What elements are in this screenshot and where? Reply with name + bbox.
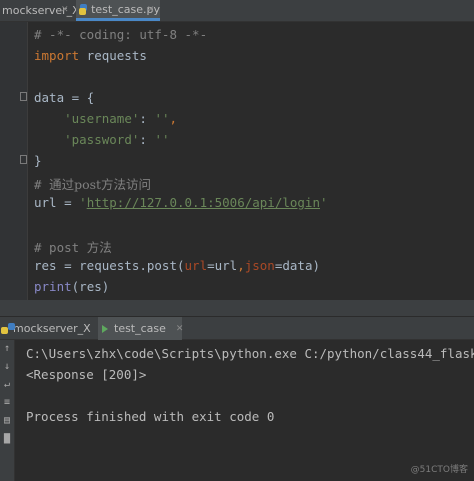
panel-separator	[0, 300, 474, 316]
code-line: 'password': ''	[34, 132, 170, 147]
comment: 通过post方法访问	[49, 177, 152, 192]
code-line: }	[34, 153, 42, 168]
run-console[interactable]: C:\Users\zhx\code\Scripts\python.exe C:/…	[15, 340, 474, 481]
code-line: # 通过post方法访问	[34, 174, 151, 193]
string: 'username'	[64, 111, 140, 126]
run-tab-label: mockserver_X	[13, 322, 91, 335]
comment: 方法	[86, 240, 112, 255]
code-line: # -*- coding: utf-8 -*-	[34, 27, 207, 42]
console-command-line: C:\Users\zhx\code\Scripts\python.exe C:/…	[26, 346, 474, 361]
code-line: 'username': '',	[34, 111, 177, 126]
code-text: }	[34, 153, 42, 168]
arrow-down-icon[interactable]: ↓	[2, 362, 12, 372]
tab-mockserver-x[interactable]: mockserver_X.py ✕	[0, 0, 97, 21]
builtin-function: print	[34, 279, 72, 294]
run-tab-mockserver-x[interactable]: mockserver_X ✕	[1, 317, 108, 340]
close-icon[interactable]: ✕	[147, 5, 155, 15]
code-line: print(res)	[34, 279, 109, 294]
trash-icon[interactable]: ▇	[2, 434, 12, 444]
code-text: data = {	[34, 90, 95, 105]
console-output: <Response [200]>	[26, 367, 147, 382]
tab-test-case[interactable]: test_case.py ✕	[76, 0, 160, 21]
code-line: data = {	[34, 90, 94, 105]
comment: # -*- coding: utf-8 -*-	[34, 27, 208, 42]
run-tab-label: test_case	[114, 322, 166, 335]
fold-marker-icon[interactable]	[20, 155, 27, 164]
arrow-up-icon[interactable]: ↑	[2, 344, 12, 354]
url-link[interactable]: http://127.0.0.1:5006/api/login	[87, 195, 320, 210]
watermark: @51CTO博客	[410, 465, 468, 475]
comment: #	[34, 177, 50, 192]
editor-gutter	[0, 22, 28, 300]
comment: # post	[34, 240, 87, 255]
string: '	[319, 195, 328, 210]
code-line: # post 方法	[34, 237, 112, 256]
scroll-to-end-icon[interactable]: ≡	[2, 398, 12, 408]
editor-tab-bar: mockserver_X.py ✕ test_case.py ✕	[0, 0, 474, 22]
python-file-icon	[79, 3, 87, 15]
string: ''	[154, 132, 170, 147]
code-line: url = 'http://127.0.0.1:5006/api/login'	[34, 195, 328, 210]
code-text: =url	[207, 258, 238, 273]
keyword: import	[34, 48, 80, 63]
code-text: =data)	[274, 258, 320, 273]
code-text: (res)	[71, 279, 110, 294]
run-tab-bar: mockserver_X ✕ test_case ✕	[0, 316, 474, 340]
run-icon	[102, 324, 108, 333]
code-text: url =	[34, 195, 80, 210]
close-icon[interactable]: ✕	[176, 324, 184, 334]
code-text: :	[139, 132, 155, 147]
module-name: requests	[79, 48, 147, 63]
code-line: res = requests.post(url=url,json=data)	[34, 258, 320, 273]
code-text: res = requests.post(	[34, 258, 185, 273]
param-name: json	[244, 258, 275, 273]
string: ''	[154, 111, 170, 126]
fold-marker-icon[interactable]	[20, 92, 27, 101]
code-line: import requests	[34, 48, 147, 63]
punct: ,	[169, 111, 178, 126]
close-icon[interactable]: ✕	[61, 5, 69, 15]
soft-wrap-icon[interactable]: ↵	[2, 380, 12, 390]
param-name: url	[184, 258, 208, 273]
code-editor[interactable]: # -*- coding: utf-8 -*- import requests …	[28, 22, 474, 300]
console-exit-message: Process finished with exit code 0	[26, 409, 275, 424]
string: '	[79, 195, 87, 210]
string: 'password'	[64, 132, 140, 147]
run-toolbar: ↑ ↓ ↵ ≡ ▤ ▇	[0, 340, 15, 481]
print-icon[interactable]: ▤	[2, 416, 12, 426]
punct: ,	[237, 258, 245, 273]
run-tab-test-case[interactable]: test_case ✕	[98, 317, 184, 340]
code-text: :	[139, 111, 155, 126]
